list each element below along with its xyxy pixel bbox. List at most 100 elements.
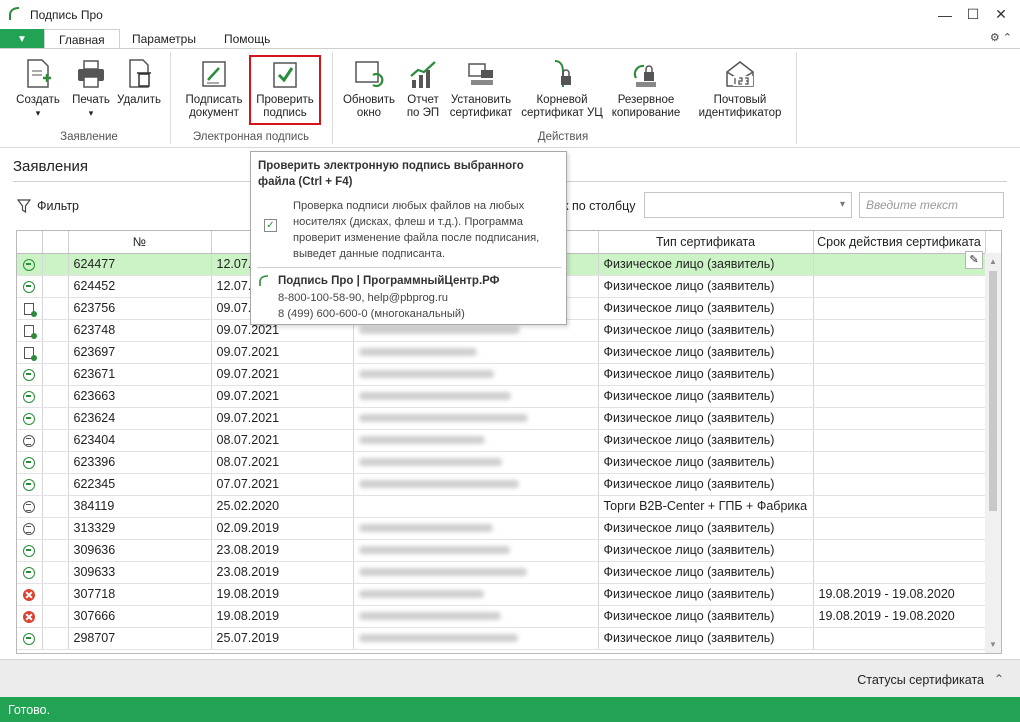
row-validity [813,539,986,562]
row-status-cell [17,341,43,364]
signature-report-button[interactable]: Отчет по ЭП [402,58,444,120]
status-bar [0,697,1020,722]
sign-document-icon [202,61,226,87]
row-status-cell [17,363,43,386]
column-header-validity[interactable]: Срок действия сертификата [813,231,986,254]
row-flag-cell [42,275,69,298]
postal-identifier-button[interactable]: Почтовый идентификатор [692,58,788,120]
ribbon-tools[interactable]: ⚙ ⌃ [990,31,1012,44]
table-row[interactable]: 384119 25.02.2020 Торги B2B-Center + ГПБ +… [17,495,986,518]
status-document-icon [24,301,38,317]
app-menu-button[interactable]: ▼ [0,29,44,49]
verify-signature-button-label: Проверить подпись [256,94,314,119]
row-number: 623697 [68,341,212,364]
redacted-name [358,436,485,444]
create-button[interactable]: Создать ▾ [14,58,62,120]
row-status-cell [17,275,43,298]
scrollbar-thumb[interactable] [989,271,997,511]
row-validity [813,517,986,540]
table-row[interactable]: 309636 23.08.2019 Физическое лицо (заявите… [17,539,986,562]
table-row[interactable]: 623396 08.07.2021 Физическое лицо (заявите… [17,451,986,474]
table-row[interactable]: 298707 25.07.2019 Физическое лицо (заявите… [17,627,986,650]
row-flag-cell [42,319,69,342]
tooltip-title: Проверить электронную подпись выбранного… [258,160,524,188]
table-row[interactable]: 307718 19.08.2019 Физическое лицо (заявите… [17,583,986,606]
table-row[interactable]: 309633 23.08.2019 Физическое лицо (заявите… [17,561,986,584]
group-label-signature: Электронная подпись [192,131,310,143]
ribbon-separator [170,52,171,144]
chevron-up-icon[interactable]: ⌃ [994,672,1004,686]
close-button[interactable]: ✕ [986,0,1016,29]
column-header-number[interactable]: № [68,231,212,254]
search-input[interactable] [859,192,1004,218]
filter-icon [17,199,31,213]
row-applicant-name [353,561,599,584]
row-status-cell [17,539,43,562]
row-date: 08.07.2021 [211,429,354,452]
root-certificate-button[interactable]: Корневой сертификат УЦ [518,58,606,120]
row-cert-type: Физическое лицо (заявитель) [598,517,814,540]
row-flag-cell [42,561,69,584]
status-list-icon [23,433,36,447]
scroll-down-icon[interactable]: ▼ [989,640,997,649]
row-validity [813,253,986,276]
status-active-icon [23,257,36,271]
row-flag-cell [42,451,69,474]
search-by-column-label: к по столбцу [563,199,636,213]
row-number: 623748 [68,319,212,342]
row-cert-type: Физическое лицо (заявитель) [598,627,814,650]
redacted-name [358,326,520,334]
tab-help[interactable]: Помощь [210,29,284,49]
column-select[interactable]: ▾ [644,192,852,218]
row-validity [813,275,986,298]
tab-parameters[interactable]: Параметры [118,29,210,49]
edit-icon[interactable]: ✎ [965,251,983,269]
row-cert-type: Торги B2B-Center + ГПБ + Фабрика [598,495,814,518]
scroll-up-icon[interactable]: ▲ [989,257,997,266]
redacted-name [358,480,519,488]
backup-button[interactable]: Резервное копирование [606,58,686,120]
row-cert-type: Физическое лицо (заявитель) [598,319,814,342]
row-number: 623404 [68,429,212,452]
refresh-window-button[interactable]: Обновить окно [338,58,400,120]
table-row[interactable]: 622345 07.07.2021 Физическое лицо (заявите… [17,473,986,496]
table-row[interactable]: 623671 09.07.2021 Физическое лицо (заявите… [17,363,986,386]
table-row[interactable]: 307666 19.08.2019 Физическое лицо (заявите… [17,605,986,628]
row-validity [813,561,986,584]
filter-button[interactable]: Фильтр [17,199,79,213]
row-flag-cell [42,473,69,496]
row-cert-type: Физическое лицо (заявитель) [598,385,814,408]
table-row[interactable]: 623404 08.07.2021 Физическое лицо (заявите… [17,429,986,452]
row-flag-cell [42,385,69,408]
redacted-name [358,634,518,642]
row-applicant-name [353,495,599,518]
row-cert-type: Физическое лицо (заявитель) [598,275,814,298]
certificate-statuses-toggle[interactable]: Статусы сертификата [857,673,984,687]
minimize-button[interactable]: — [930,0,960,29]
tooltip-divider [257,267,561,268]
table-row[interactable]: 623624 09.07.2021 Физическое лицо (заявите… [17,407,986,430]
column-header-cert-type[interactable]: Тип сертификата [598,231,814,254]
row-validity [813,429,986,452]
row-cert-type: Физическое лицо (заявитель) [598,253,814,276]
maximize-button[interactable]: ☐ [958,0,988,29]
column-header-flag[interactable] [42,231,69,254]
tab-main[interactable]: Главная [44,29,120,49]
print-button[interactable]: Печать ▾ [68,58,114,120]
sign-document-button[interactable]: Подписать документ [180,58,248,120]
verify-signature-button[interactable]: Проверить подпись [249,55,321,125]
gear-icon[interactable]: ⚙ ⌃ [990,32,1012,44]
install-certificate-icon [468,63,493,85]
row-status-cell [17,583,43,606]
delete-button[interactable]: Удалить [115,58,163,107]
vertical-scrollbar[interactable]: ▲ ▼ [985,253,1001,653]
table-row[interactable]: 623663 09.07.2021 Физическое лицо (заявите… [17,385,986,408]
table-row[interactable]: 313329 02.09.2019 Физическое лицо (заявите… [17,517,986,540]
row-date: 19.08.2019 [211,605,354,628]
row-number: 622345 [68,473,212,496]
table-row[interactable]: 623697 09.07.2021 Физическое лицо (заявите… [17,341,986,364]
column-header-status[interactable] [17,231,43,254]
install-certificate-button[interactable]: Установить сертификат [446,58,516,120]
row-flag-cell [42,253,69,276]
row-validity [813,297,986,320]
